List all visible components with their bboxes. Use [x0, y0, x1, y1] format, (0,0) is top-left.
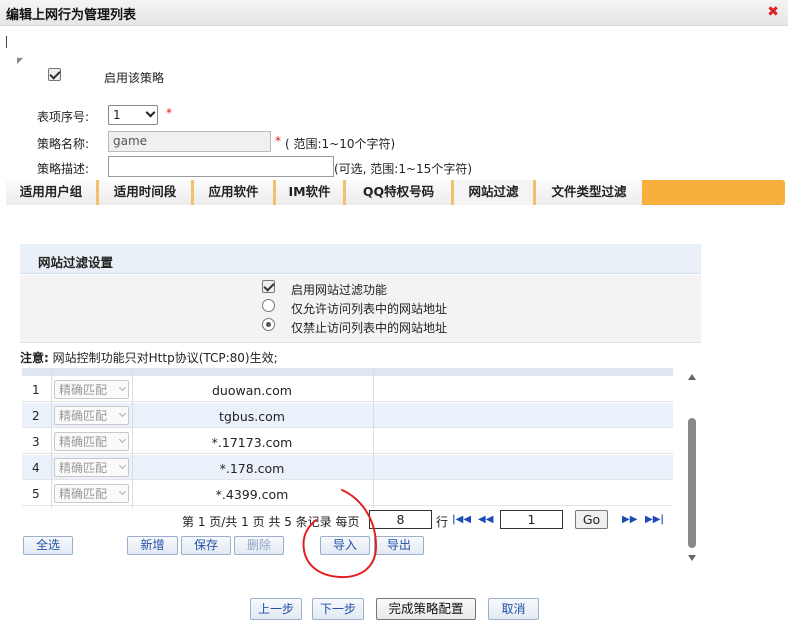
index-label: 表项序号: [37, 110, 90, 124]
prev-step-button[interactable]: 上一步 [250, 598, 302, 620]
section-title: 网站过滤设置 [38, 255, 114, 270]
match-type-value: 精确匹配 [59, 487, 108, 501]
allow-only-radio[interactable] [262, 299, 275, 312]
cancel-button[interactable]: 取消 [488, 598, 539, 620]
match-type-value: 精确匹配 [59, 435, 108, 449]
index-select[interactable]: 1 [108, 105, 158, 125]
name-required-mark: * [275, 134, 281, 148]
title-bar: 编辑上网行为管理列表 ✖ [0, 0, 788, 26]
note-prefix: 注意: [20, 351, 49, 365]
scroll-up-icon[interactable] [688, 374, 696, 380]
column-divider [373, 368, 374, 508]
prev-page-icon[interactable]: ◀◀ [478, 514, 493, 525]
row-number: 1 [32, 383, 40, 397]
chevron-down-icon [118, 383, 127, 392]
tab-apps[interactable]: 应用软件 [194, 180, 276, 205]
tab-website-filter[interactable]: 网站过滤 [454, 180, 536, 205]
last-page-icon[interactable]: ▶▶| [645, 514, 664, 525]
finish-config-button[interactable]: 完成策略配置 [376, 598, 476, 620]
first-page-icon[interactable]: |◀◀ [452, 514, 471, 525]
row-number: 4 [32, 461, 40, 475]
allow-only-label: 仅允许访问列表中的网站地址 [291, 302, 448, 316]
go-button[interactable]: Go [575, 510, 608, 529]
add-button[interactable]: 新增 [127, 536, 178, 555]
policy-desc-input[interactable] [108, 156, 334, 177]
row-number: 2 [32, 409, 40, 423]
match-type-select[interactable]: 精确匹配 [54, 406, 129, 425]
save-button[interactable]: 保存 [181, 536, 231, 555]
tab-bar: 适用用户组 适用时间段 应用软件 IM软件 QQ特权号码 网站过滤 文件类型过滤 [6, 180, 785, 205]
row-number: 5 [32, 487, 40, 501]
text-caret [6, 36, 7, 48]
list-header [22, 368, 673, 376]
enable-policy-checkbox[interactable] [48, 68, 61, 81]
row-number: 3 [32, 435, 40, 449]
annotation-circle [302, 489, 378, 579]
rows-unit-label: 行 [436, 515, 449, 529]
tab-im[interactable]: IM软件 [276, 180, 346, 205]
deny-only-radio[interactable] [262, 318, 275, 331]
tab-time-range[interactable]: 适用时间段 [99, 180, 194, 205]
select-all-button[interactable]: 全选 [23, 536, 73, 555]
index-value: 1 [113, 108, 121, 122]
tab-user-group[interactable]: 适用用户组 [6, 180, 99, 205]
tab-qq-privilege[interactable]: QQ特权号码 [346, 180, 454, 205]
tab-file-type-filter[interactable]: 文件类型过滤 [536, 180, 642, 205]
next-page-icon[interactable]: ▶▶ [622, 514, 637, 525]
scrollbar[interactable] [685, 368, 699, 565]
corner-mark-icon: ◤ [17, 56, 24, 65]
close-icon[interactable]: ✖ [767, 4, 779, 20]
match-type-select[interactable]: 精确匹配 [54, 380, 129, 399]
desc-hint: (可选, 范围:1~15个字符) [334, 162, 472, 176]
enable-policy-label: 启用该策略 [104, 71, 165, 85]
match-type-value: 精确匹配 [59, 409, 108, 423]
table-row[interactable]: 3 精确匹配 *.17173.com [22, 429, 673, 454]
delete-button[interactable]: 删除 [234, 536, 284, 555]
chevron-down-icon [118, 487, 127, 496]
match-type-value: 精确匹配 [59, 461, 108, 475]
site-address: tgbus.com [219, 409, 285, 424]
deny-only-label: 仅禁止访问列表中的网站地址 [291, 321, 448, 335]
export-button[interactable]: 导出 [374, 536, 424, 555]
table-row[interactable]: 2 精确匹配 tgbus.com [22, 403, 673, 428]
column-divider [132, 368, 133, 508]
match-type-select[interactable]: 精确匹配 [54, 432, 129, 451]
policy-name-input[interactable]: game [108, 131, 271, 152]
next-step-button[interactable]: 下一步 [312, 598, 364, 620]
note: 注意: 网站控制功能只对Http协议(TCP:80)生效; [20, 349, 278, 366]
page-number-input[interactable]: 1 [500, 510, 563, 529]
match-type-select[interactable]: 精确匹配 [54, 484, 129, 503]
scroll-down-icon[interactable] [688, 555, 696, 561]
required-mark: * [166, 106, 172, 120]
match-type-value: 精确匹配 [59, 383, 108, 397]
name-label: 策略名称: [37, 137, 90, 151]
chevron-down-icon [118, 435, 127, 444]
note-text: 网站控制功能只对Http协议(TCP:80)生效; [52, 351, 278, 365]
table-row[interactable]: 1 精确匹配 duowan.com [22, 377, 673, 402]
site-address: *.17173.com [211, 435, 293, 450]
chevron-down-icon [118, 409, 127, 418]
desc-label: 策略描述: [37, 162, 90, 176]
chevron-down-icon [145, 107, 156, 118]
scroll-thumb[interactable] [688, 418, 696, 548]
site-address: *.178.com [219, 461, 285, 476]
match-type-select[interactable]: 精确匹配 [54, 458, 129, 477]
policy-name-value: game [113, 134, 148, 148]
table-row[interactable]: 4 精确匹配 *.178.com [22, 455, 673, 480]
column-divider [51, 368, 52, 508]
enable-filter-label: 启用网站过滤功能 [291, 283, 388, 297]
name-hint: ( 范围:1~10个字符) [285, 137, 396, 151]
chevron-down-icon [118, 461, 127, 470]
window-title: 编辑上网行为管理列表 [6, 8, 137, 23]
section-header: 网站过滤设置 [20, 244, 701, 274]
site-address: duowan.com [212, 383, 292, 398]
enable-filter-checkbox[interactable] [262, 280, 275, 293]
